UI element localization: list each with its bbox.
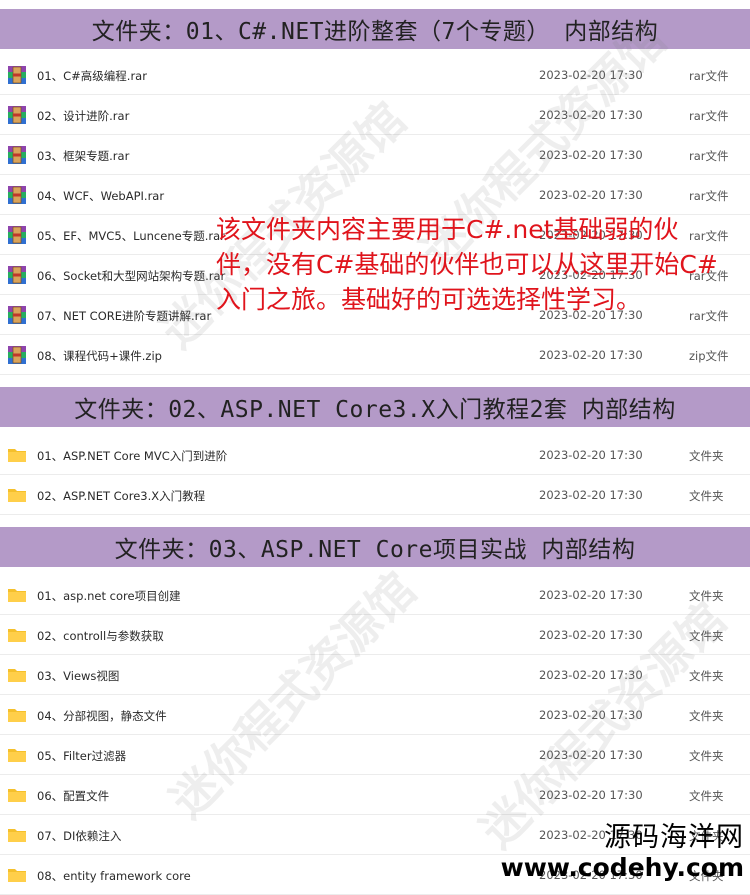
file-name: 06、Socket和大型网站架构专题.rar (37, 269, 226, 283)
file-type: 文件夹 (689, 669, 724, 683)
file-name: 05、Filter过滤器 (37, 749, 127, 763)
folder-icon (7, 865, 27, 885)
section-header-2: 文件夹：02、ASP.NET Core3.X入门教程2套 内部结构 (0, 387, 750, 427)
file-row[interactable]: 03、Views视图 2023-02-20 17:30 文件夹 (0, 655, 750, 695)
folder-icon (7, 785, 27, 805)
file-name: 08、课程代码+课件.zip (37, 349, 162, 363)
file-date: 2023-02-20 17:30 (539, 628, 643, 642)
file-date: 2023-02-20 17:30 (539, 668, 643, 682)
file-name: 06、配置文件 (37, 789, 110, 803)
site-brand-name: 源码海洋网 (604, 822, 744, 853)
section-header-3: 文件夹：03、ASP.NET Core项目实战 内部结构 (0, 527, 750, 567)
file-date: 2023-02-20 17:30 (539, 448, 643, 462)
folder-icon (7, 665, 27, 685)
file-name: 01、asp.net core项目创建 (37, 589, 181, 603)
winrar-archive-icon (7, 105, 27, 125)
file-row[interactable]: 05、Filter过滤器 2023-02-20 17:30 文件夹 (0, 735, 750, 775)
file-row[interactable]: 01、asp.net core项目创建 2023-02-20 17:30 文件夹 (0, 575, 750, 615)
folder-icon (7, 625, 27, 645)
file-name: 04、分部视图，静态文件 (37, 709, 167, 723)
winrar-archive-icon (7, 185, 27, 205)
file-type: rar文件 (689, 149, 729, 163)
file-type: 文件夹 (689, 629, 724, 643)
file-name: 03、框架专题.rar (37, 149, 130, 163)
overlay-note: 该文件夹内容主要用于C#.net基础弱的伙伴，没有C#基础的伙伴也可以从这里开始… (216, 215, 718, 314)
file-name: 08、entity framework core (37, 869, 191, 883)
file-date: 2023-02-20 17:30 (539, 488, 643, 502)
file-row[interactable]: 02、controll与参数获取 2023-02-20 17:30 文件夹 (0, 615, 750, 655)
file-date: 2023-02-20 17:30 (539, 348, 643, 362)
file-name: 02、controll与参数获取 (37, 629, 164, 643)
file-date: 2023-02-20 17:30 (539, 188, 643, 202)
file-row[interactable]: 04、分部视图，静态文件 2023-02-20 17:30 文件夹 (0, 695, 750, 735)
file-type: zip文件 (689, 349, 729, 363)
winrar-archive-icon (7, 225, 27, 245)
file-date: 2023-02-20 17:30 (539, 788, 643, 802)
file-type: 文件夹 (689, 789, 724, 803)
site-brand-url[interactable]: www.codehy.com (501, 854, 744, 882)
file-date: 2023-02-20 17:30 (539, 588, 643, 602)
file-row[interactable]: 02、设计进阶.rar 2023-02-20 17:30 rar文件 (0, 95, 750, 135)
folder-icon (7, 445, 27, 465)
file-name: 07、NET CORE进阶专题讲解.rar (37, 309, 212, 323)
file-date: 2023-02-20 17:30 (539, 108, 643, 122)
file-name: 04、WCF、WebAPI.rar (37, 189, 165, 203)
row-divider (0, 514, 750, 515)
file-date: 2023-02-20 17:30 (539, 148, 643, 162)
file-date: 2023-02-20 17:30 (539, 748, 643, 762)
file-name: 07、DI依赖注入 (37, 829, 122, 843)
file-row[interactable]: 01、ASP.NET Core MVC入门到进阶 2023-02-20 17:30… (0, 435, 750, 475)
folder-icon (7, 585, 27, 605)
file-type: rar文件 (689, 69, 729, 83)
folder-icon (7, 705, 27, 725)
file-name: 01、ASP.NET Core MVC入门到进阶 (37, 449, 228, 463)
file-row[interactable]: 08、课程代码+课件.zip 2023-02-20 17:30 zip文件 (0, 335, 750, 375)
winrar-archive-icon (7, 345, 27, 365)
file-type: 文件夹 (689, 589, 724, 603)
file-type: rar文件 (689, 189, 729, 203)
file-date: 2023-02-20 17:30 (539, 68, 643, 82)
winrar-archive-icon (7, 145, 27, 165)
file-type: 文件夹 (689, 749, 724, 763)
section-header-1: 文件夹：01、C#.NET进阶整套（7个专题） 内部结构 (0, 9, 750, 49)
file-row[interactable]: 01、C#高级编程.rar 2023-02-20 17:30 rar文件 (0, 55, 750, 95)
file-name: 03、Views视图 (37, 669, 120, 683)
winrar-archive-icon (7, 65, 27, 85)
file-name: 01、C#高级编程.rar (37, 69, 147, 83)
file-row[interactable]: 06、配置文件 2023-02-20 17:30 文件夹 (0, 775, 750, 815)
winrar-archive-icon (7, 265, 27, 285)
file-type: rar文件 (689, 109, 729, 123)
file-name: 02、设计进阶.rar (37, 109, 130, 123)
file-row[interactable]: 04、WCF、WebAPI.rar 2023-02-20 17:30 rar文件 (0, 175, 750, 215)
file-row[interactable]: 03、框架专题.rar 2023-02-20 17:30 rar文件 (0, 135, 750, 175)
file-name: 05、EF、MVC5、Luncene专题.rar (37, 229, 225, 243)
winrar-archive-icon (7, 305, 27, 325)
file-name: 02、ASP.NET Core3.X入门教程 (37, 489, 206, 503)
folder-icon (7, 825, 27, 845)
file-date: 2023-02-20 17:30 (539, 708, 643, 722)
row-divider (0, 374, 750, 375)
file-type: 文件夹 (689, 449, 724, 463)
site-brand: 源码海洋网 www.codehy.com (501, 822, 744, 882)
folder-icon (7, 485, 27, 505)
folder-icon (7, 745, 27, 765)
file-type: 文件夹 (689, 489, 724, 503)
file-row[interactable]: 02、ASP.NET Core3.X入门教程 2023-02-20 17:30 文件… (0, 475, 750, 515)
file-type: 文件夹 (689, 709, 724, 723)
